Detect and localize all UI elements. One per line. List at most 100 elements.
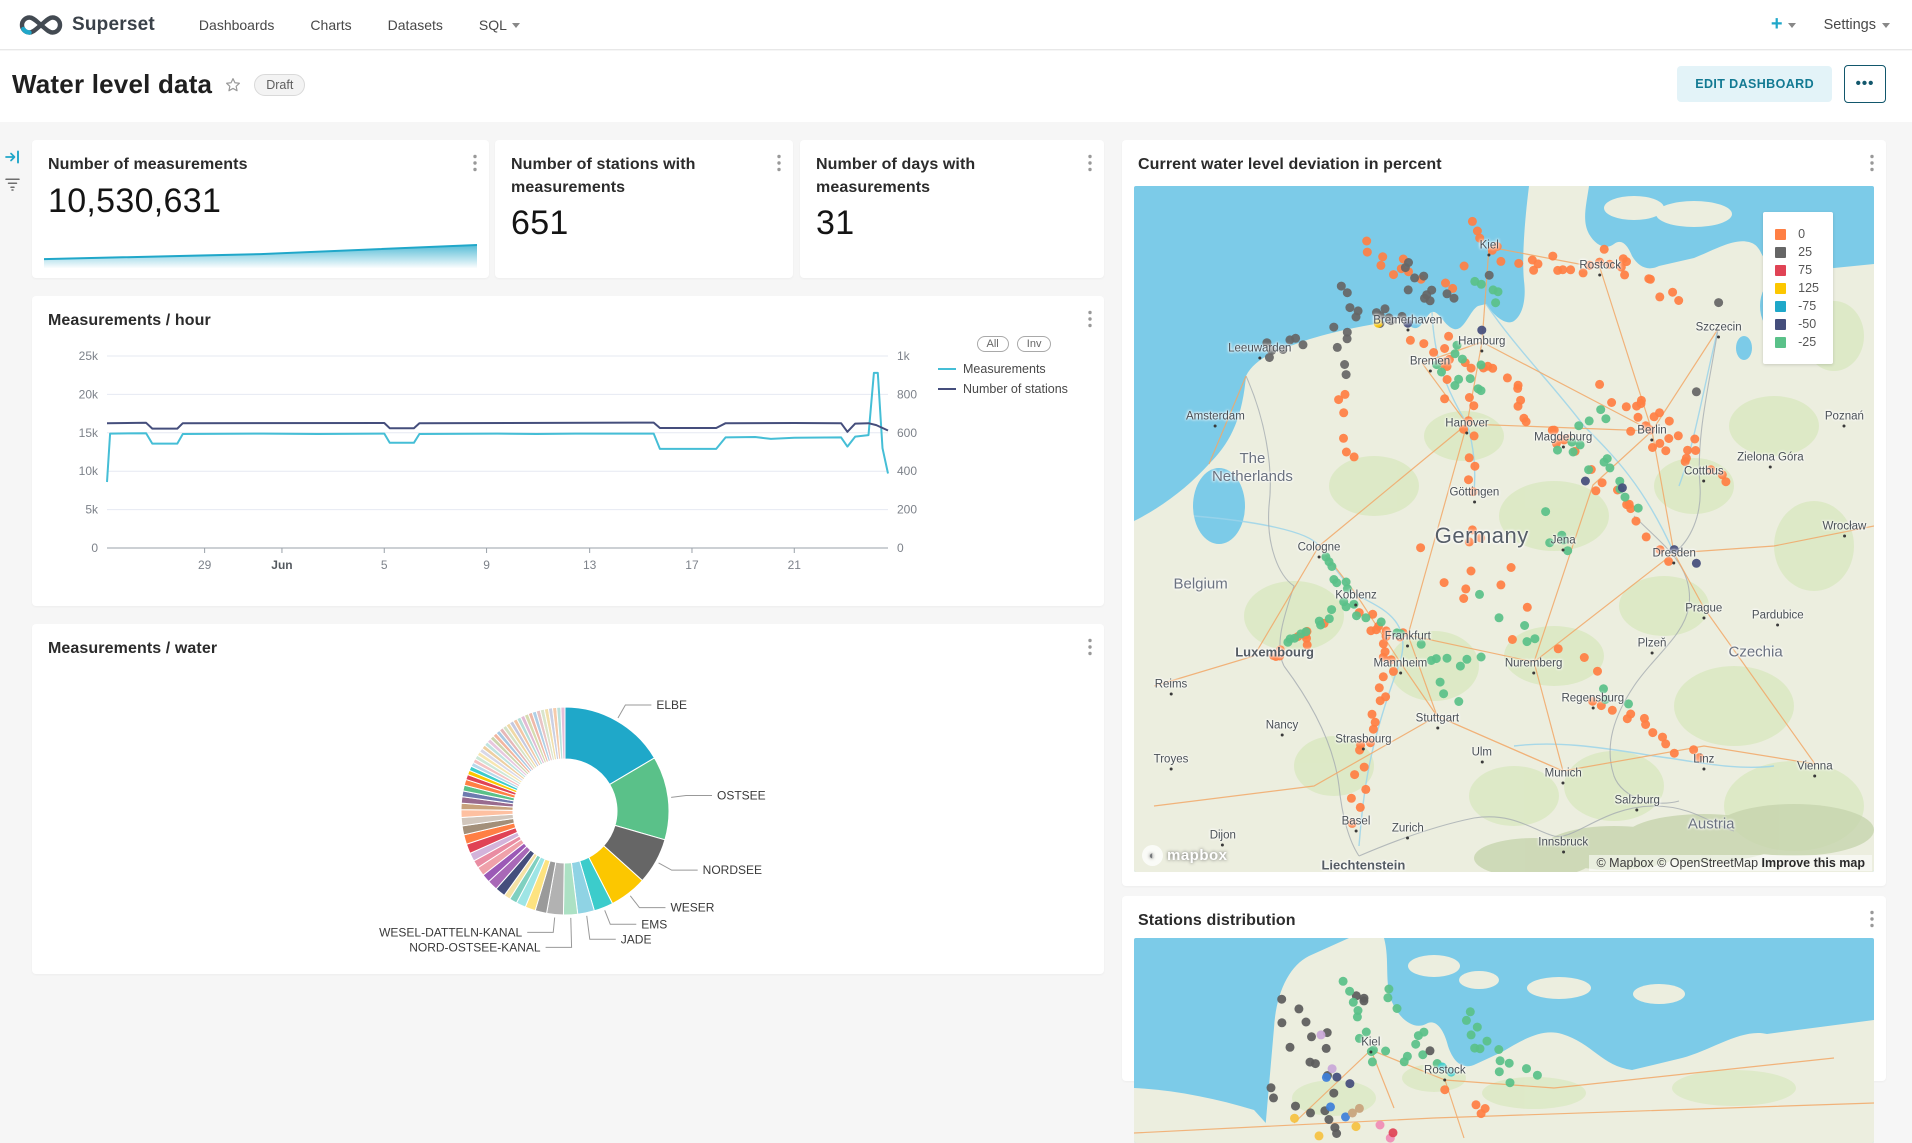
svg-text:21: 21 (788, 558, 802, 572)
deviation-map[interactable]: LeeuwardenAmsterdamThe NetherlandsHambur… (1134, 186, 1874, 872)
svg-text:WESEL-DATTELN-KANAL: WESEL-DATTELN-KANAL (379, 925, 522, 939)
chart-title: Measurements / water (48, 640, 217, 657)
chart-title: Stations distribution (1138, 912, 1296, 929)
map-legend-entry[interactable]: -75 (1775, 299, 1819, 313)
legend-color-chip (1775, 301, 1786, 312)
kpi-value: 31 (816, 204, 854, 243)
svg-text:0: 0 (91, 541, 98, 555)
chart-title: Current water level deviation in percent (1138, 156, 1442, 173)
svg-text:NORDSEE: NORDSEE (703, 863, 762, 877)
map-legend-entry[interactable]: -25 (1775, 335, 1819, 349)
svg-text:600: 600 (897, 426, 917, 440)
nav-item-sql[interactable]: SQL (465, 9, 534, 41)
kebab-menu-icon[interactable] (1088, 638, 1092, 656)
svg-text:200: 200 (897, 503, 917, 517)
kpi-card-days: Number of days with measurements 31 (800, 140, 1104, 278)
svg-text:Jun: Jun (271, 558, 292, 572)
kpi-card-measurements: Number of measurements 10,530,631 (32, 140, 489, 278)
kebab-menu-icon[interactable] (1870, 154, 1874, 172)
favorite-star-icon[interactable] (224, 76, 242, 94)
svg-text:20k: 20k (79, 387, 99, 401)
mapbox-logo[interactable]: ◐ mapbox (1142, 845, 1228, 866)
stations-map[interactable]: KielRostock (1134, 938, 1874, 1143)
svg-text:29: 29 (198, 558, 212, 572)
kpi-value: 651 (511, 204, 569, 243)
dashboard-more-button[interactable]: ••• (1844, 65, 1886, 103)
legend-label: 25 (1798, 245, 1812, 259)
map-legend-entry[interactable]: 125 (1775, 281, 1819, 295)
map-attribution[interactable]: © Mapbox © OpenStreetMap Improve this ma… (1589, 855, 1872, 871)
page-title: Water level data (12, 69, 212, 100)
kebab-menu-icon[interactable] (1088, 310, 1092, 328)
filter-bar-collapsed (0, 122, 26, 1081)
svg-text:13: 13 (583, 558, 597, 572)
stations-distribution-card: Stations distribution Ki (1122, 896, 1886, 1081)
superset-infinity-icon (18, 13, 64, 37)
superset-logo[interactable]: Superset (18, 13, 155, 37)
kpi-title: Number of stations with measurements (511, 156, 696, 196)
legend-entry-stations[interactable]: Number of stations (938, 382, 1090, 396)
legend-color-chip (1775, 337, 1786, 348)
legend-color-chip (1775, 319, 1786, 330)
nav-item-dashboards[interactable]: Dashboards (185, 9, 289, 41)
nav-menu: Dashboards Charts Datasets SQL (185, 9, 534, 41)
svg-text:17: 17 (685, 558, 699, 572)
map-land (1134, 938, 1874, 1143)
measurements-per-hour-card: Measurements / hour 0 0 5k 200 10k 400 15k 600 2… (32, 296, 1104, 606)
chevron-down-icon (1788, 23, 1796, 28)
svg-text:800: 800 (897, 387, 917, 401)
kpi-value: 10,530,631 (48, 182, 221, 221)
settings-menu[interactable]: Settings (1824, 17, 1890, 33)
edit-dashboard-button[interactable]: EDIT DASHBOARD (1677, 66, 1832, 102)
kebab-menu-icon[interactable] (1088, 154, 1092, 172)
kebab-menu-icon[interactable] (1870, 910, 1874, 928)
svg-text:EMS: EMS (641, 917, 667, 931)
mapbox-icon: ◐ (1142, 845, 1163, 866)
svg-text:ELBE: ELBE (656, 698, 687, 712)
line-chart-legend: All Inv Measurements Number of stations (938, 336, 1090, 396)
chevron-down-icon (1882, 23, 1890, 28)
filter-funnel-icon[interactable] (5, 178, 20, 191)
nav-item-charts[interactable]: Charts (296, 9, 365, 41)
legend-all-button[interactable]: All (977, 336, 1009, 352)
map-legend-entry[interactable]: 75 (1775, 263, 1819, 277)
improve-map-link[interactable]: Improve this map (1762, 856, 1866, 870)
legend-label: -75 (1798, 299, 1816, 313)
svg-text:WESER: WESER (670, 901, 714, 915)
legend-label: -50 (1798, 317, 1816, 331)
kpi-title: Number of days with measurements (816, 156, 975, 196)
map-legend-entry[interactable]: -50 (1775, 317, 1819, 331)
expand-filter-bar-icon[interactable] (5, 150, 21, 164)
legend-entry-measurements[interactable]: Measurements (938, 362, 1090, 376)
kebab-menu-icon[interactable] (473, 154, 477, 172)
legend-color-chip (1775, 265, 1786, 276)
svg-text:10k: 10k (79, 464, 99, 478)
svg-text:0: 0 (897, 541, 904, 555)
map-canvas (1134, 938, 1874, 1143)
chevron-down-icon (512, 23, 520, 28)
map-legend-entry[interactable]: 0 (1775, 227, 1819, 241)
svg-text:15k: 15k (79, 426, 99, 440)
svg-text:JADE: JADE (621, 932, 652, 946)
map-legend-entry[interactable]: 25 (1775, 245, 1819, 259)
svg-text:NORD-OSTSEE-KANAL: NORD-OSTSEE-KANAL (409, 940, 541, 954)
svg-text:25k: 25k (79, 349, 99, 363)
legend-inv-button[interactable]: Inv (1017, 336, 1052, 352)
svg-text:5k: 5k (85, 503, 99, 517)
new-item-button[interactable]: + (1771, 13, 1796, 36)
chart-title: Measurements / hour (48, 312, 211, 329)
svg-text:400: 400 (897, 464, 917, 478)
svg-text:OSTSEE: OSTSEE (717, 788, 766, 802)
status-badge: Draft (254, 74, 305, 96)
legend-label: 0 (1798, 227, 1805, 241)
top-nav: Superset Dashboards Charts Datasets SQL … (0, 0, 1912, 50)
kpi-card-stations: Number of stations with measurements 651 (495, 140, 793, 278)
series-color-chip (938, 388, 956, 390)
legend-color-chip (1775, 247, 1786, 258)
kebab-menu-icon[interactable] (777, 154, 781, 172)
donut-chart[interactable]: ELBE OSTSEE NORDSEE WESEREMSJADE NORD-OSTSEE… (32, 624, 1104, 974)
legend-label: 125 (1798, 281, 1819, 295)
legend-label: -25 (1798, 335, 1816, 349)
brand-name: Superset (72, 14, 155, 36)
nav-item-datasets[interactable]: Datasets (374, 9, 457, 41)
